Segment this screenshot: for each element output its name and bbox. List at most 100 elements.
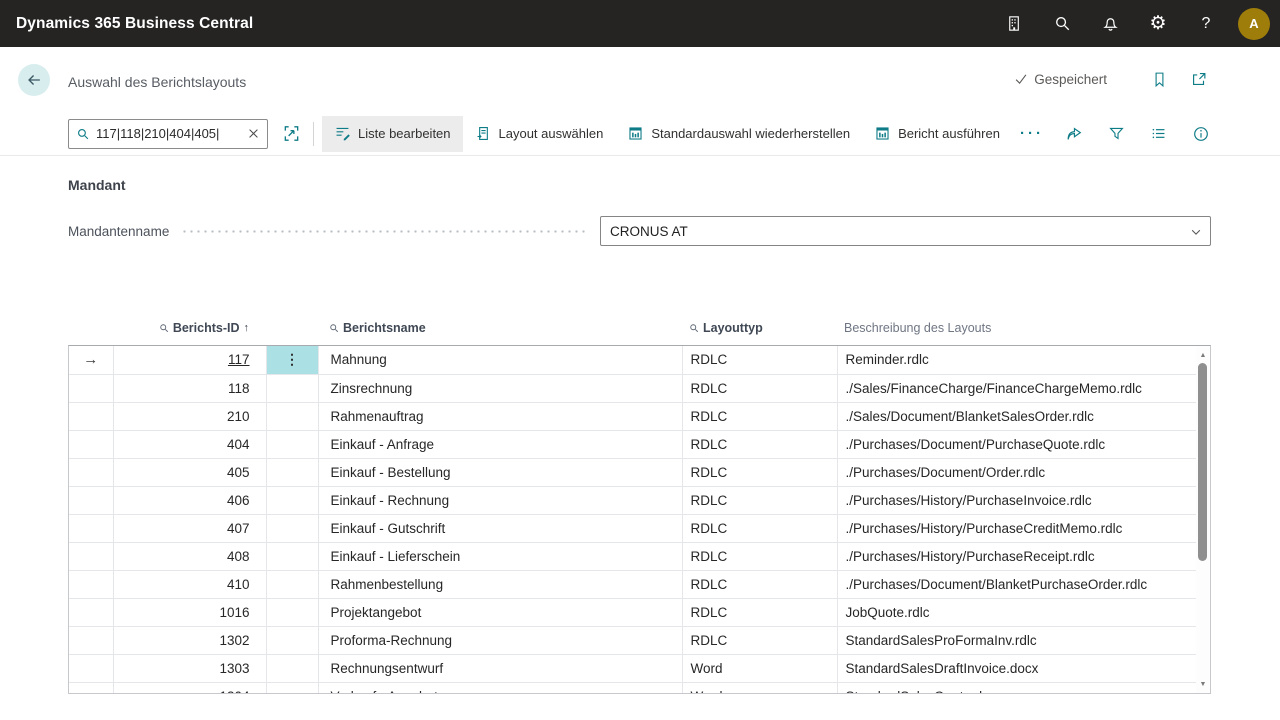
restore-defaults-button[interactable]: Standardauswahl wiederherstellen bbox=[615, 116, 862, 152]
row-context-menu[interactable]: ⋮ bbox=[266, 430, 318, 458]
row-selector-cell[interactable]: → bbox=[69, 542, 113, 570]
layout-type-cell[interactable]: RDLC bbox=[682, 514, 837, 542]
table-row[interactable]: → 1304 ⋮ Verkauf - Angebot Word Standard… bbox=[69, 682, 1197, 694]
popout-icon[interactable] bbox=[1190, 70, 1208, 88]
report-id-cell[interactable]: 1304 bbox=[113, 682, 266, 694]
row-context-menu[interactable]: ⋮ bbox=[266, 346, 318, 374]
column-header-layout-description[interactable]: Beschreibung des Layouts bbox=[836, 321, 1196, 335]
row-context-menu[interactable]: ⋮ bbox=[266, 514, 318, 542]
layout-type-cell[interactable]: RDLC bbox=[682, 374, 837, 402]
row-context-menu[interactable]: ⋮ bbox=[266, 402, 318, 430]
scroll-up-button[interactable]: ▲ bbox=[1196, 348, 1210, 362]
layout-type-cell[interactable]: RDLC bbox=[682, 402, 837, 430]
table-row[interactable]: → 1303 ⋮ Rechnungsentwurf Word StandardS… bbox=[69, 654, 1197, 682]
row-selector-cell[interactable]: → bbox=[69, 654, 113, 682]
table-row[interactable]: → 1302 ⋮ Proforma-Rechnung RDLC Standard… bbox=[69, 626, 1197, 654]
row-selector-cell[interactable]: → bbox=[69, 682, 113, 694]
layout-type-cell[interactable]: RDLC bbox=[682, 598, 837, 626]
more-options-button[interactable]: ··· bbox=[1012, 125, 1052, 142]
company-icon[interactable] bbox=[990, 0, 1038, 47]
search-icon[interactable] bbox=[1038, 0, 1086, 47]
report-id-link[interactable]: 404 bbox=[227, 437, 250, 452]
filter-pane-toggle-icon[interactable] bbox=[282, 124, 301, 143]
report-name-cell[interactable]: Rechnungsentwurf bbox=[318, 654, 682, 682]
layout-type-cell[interactable]: Word bbox=[682, 682, 837, 694]
report-name-cell[interactable]: Projektangebot bbox=[318, 598, 682, 626]
settings-icon[interactable]: ⚙ bbox=[1134, 0, 1182, 47]
table-row[interactable]: → 118 ⋮ Zinsrechnung RDLC ./Sales/Financ… bbox=[69, 374, 1197, 402]
table-row[interactable]: → 405 ⋮ Einkauf - Bestellung RDLC ./Purc… bbox=[69, 458, 1197, 486]
report-name-cell[interactable]: Einkauf - Lieferschein bbox=[318, 542, 682, 570]
scroll-thumb[interactable] bbox=[1198, 363, 1207, 561]
report-id-link[interactable]: 407 bbox=[227, 521, 250, 536]
layout-description-cell[interactable]: JobQuote.rdlc bbox=[837, 598, 1197, 626]
clear-filter-icon[interactable] bbox=[247, 127, 260, 140]
report-id-cell[interactable]: 1303 bbox=[113, 654, 266, 682]
row-selector-cell[interactable]: → bbox=[69, 374, 113, 402]
report-name-cell[interactable]: Verkauf - Angebot bbox=[318, 682, 682, 694]
scrollbar[interactable]: ▲ ▼ bbox=[1196, 346, 1210, 693]
layout-description-cell[interactable]: ./Purchases/History/PurchaseReceipt.rdlc bbox=[837, 542, 1197, 570]
company-select[interactable]: CRONUS AT bbox=[600, 216, 1211, 246]
report-id-link[interactable]: 410 bbox=[227, 577, 250, 592]
report-id-cell[interactable]: 410 bbox=[113, 570, 266, 598]
report-id-link[interactable]: 210 bbox=[227, 409, 250, 424]
report-id-cell[interactable]: 405 bbox=[113, 458, 266, 486]
bookmark-icon[interactable] bbox=[1151, 71, 1168, 88]
layout-description-cell[interactable]: Reminder.rdlc bbox=[837, 346, 1197, 374]
layout-type-cell[interactable]: Word bbox=[682, 654, 837, 682]
filter-input[interactable]: 117|118|210|404|405| bbox=[68, 119, 268, 149]
report-id-link[interactable]: 1016 bbox=[219, 605, 249, 620]
edit-list-button[interactable]: Liste bearbeiten bbox=[322, 116, 463, 152]
row-selector-cell[interactable]: → bbox=[69, 430, 113, 458]
row-context-menu[interactable]: ⋮ bbox=[266, 486, 318, 514]
table-row[interactable]: → 117 ⋮ Mahnung RDLC Reminder.rdlc bbox=[69, 346, 1197, 374]
report-id-link[interactable]: 1304 bbox=[219, 689, 249, 695]
report-name-cell[interactable]: Rahmenauftrag bbox=[318, 402, 682, 430]
report-id-cell[interactable]: 407 bbox=[113, 514, 266, 542]
row-context-menu[interactable]: ⋮ bbox=[266, 570, 318, 598]
info-icon[interactable] bbox=[1192, 125, 1210, 143]
layout-description-cell[interactable]: StandardSalesDraftInvoice.docx bbox=[837, 654, 1197, 682]
row-context-menu[interactable]: ⋮ bbox=[266, 542, 318, 570]
run-report-button[interactable]: Bericht ausführen bbox=[862, 116, 1012, 152]
row-context-menu[interactable]: ⋮ bbox=[266, 374, 318, 402]
column-header-layout-type[interactable]: Layouttyp bbox=[681, 321, 836, 335]
report-id-cell[interactable]: 210 bbox=[113, 402, 266, 430]
report-id-cell[interactable]: 1016 bbox=[113, 598, 266, 626]
report-id-cell[interactable]: 117 bbox=[113, 346, 266, 374]
report-name-cell[interactable]: Proforma-Rechnung bbox=[318, 626, 682, 654]
report-name-cell[interactable]: Einkauf - Bestellung bbox=[318, 458, 682, 486]
row-context-menu[interactable]: ⋮ bbox=[266, 598, 318, 626]
report-id-link[interactable]: 118 bbox=[228, 381, 250, 396]
layout-description-cell[interactable]: ./Sales/Document/BlanketSalesOrder.rdlc bbox=[837, 402, 1197, 430]
report-id-link[interactable]: 405 bbox=[227, 465, 250, 480]
report-id-link[interactable]: 408 bbox=[227, 549, 250, 564]
row-selector-cell[interactable]: → bbox=[69, 402, 113, 430]
row-context-menu[interactable]: ⋮ bbox=[266, 654, 318, 682]
help-icon[interactable]: ? bbox=[1182, 0, 1230, 47]
layout-description-cell[interactable]: StandardSalesProFormaInv.rdlc bbox=[837, 626, 1197, 654]
table-row[interactable]: → 1016 ⋮ Projektangebot RDLC JobQuote.rd… bbox=[69, 598, 1197, 626]
select-layout-button[interactable]: Layout auswählen bbox=[463, 116, 616, 152]
report-id-link[interactable]: 1302 bbox=[219, 633, 249, 648]
table-row[interactable]: → 404 ⋮ Einkauf - Anfrage RDLC ./Purchas… bbox=[69, 430, 1197, 458]
layout-type-cell[interactable]: RDLC bbox=[682, 458, 837, 486]
table-row[interactable]: → 408 ⋮ Einkauf - Lieferschein RDLC ./Pu… bbox=[69, 542, 1197, 570]
back-button[interactable] bbox=[18, 64, 50, 96]
report-id-cell[interactable]: 118 bbox=[113, 374, 266, 402]
ellipsis-vertical-icon[interactable]: ⋮ bbox=[285, 351, 299, 367]
row-selector-cell[interactable]: → bbox=[69, 486, 113, 514]
layout-description-cell[interactable]: ./Purchases/Document/PurchaseQuote.rdlc bbox=[837, 430, 1197, 458]
report-id-link[interactable]: 1303 bbox=[219, 661, 249, 676]
notifications-icon[interactable] bbox=[1086, 0, 1134, 47]
row-selector-cell[interactable]: → bbox=[69, 626, 113, 654]
share-icon[interactable] bbox=[1065, 125, 1083, 143]
row-context-menu[interactable]: ⋮ bbox=[266, 458, 318, 486]
column-header-report-name[interactable]: Berichtsname bbox=[317, 321, 681, 335]
layout-type-cell[interactable]: RDLC bbox=[682, 626, 837, 654]
layout-type-cell[interactable]: RDLC bbox=[682, 542, 837, 570]
avatar[interactable]: A bbox=[1238, 8, 1270, 40]
column-header-report-id[interactable]: Berichts-ID ↑ bbox=[112, 321, 265, 335]
report-id-cell[interactable]: 404 bbox=[113, 430, 266, 458]
